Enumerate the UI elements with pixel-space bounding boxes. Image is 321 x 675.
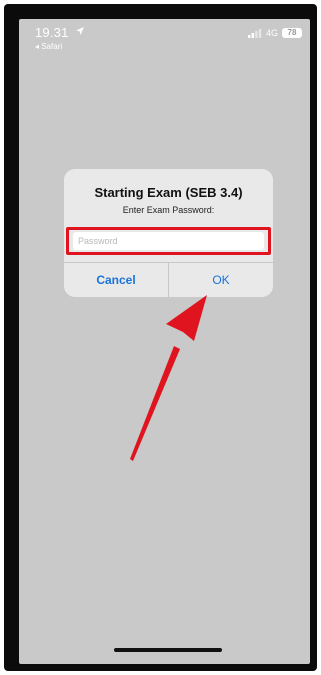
dialog-message: Enter Exam Password: bbox=[122, 205, 215, 215]
exam-password-dialog: Starting Exam (SEB 3.4) Enter Exam Passw… bbox=[64, 169, 273, 297]
status-time: 19.31 bbox=[35, 25, 69, 40]
status-indicators: 4G 78 bbox=[247, 27, 302, 39]
stage: 19.31 ◂ Safari 4G 78 Starting Exam (SEB … bbox=[0, 0, 321, 675]
phone-screen: 19.31 ◂ Safari 4G 78 Starting Exam (SEB … bbox=[19, 19, 310, 664]
cellular-signal-icon bbox=[247, 29, 262, 38]
arrow-head bbox=[166, 295, 207, 341]
arrow-shaft bbox=[130, 346, 180, 461]
battery-icon: 78 bbox=[282, 28, 302, 38]
ok-button[interactable]: OK bbox=[169, 263, 273, 297]
back-to-safari-link[interactable]: ◂ Safari bbox=[35, 42, 62, 51]
dialog-title: Starting Exam (SEB 3.4) bbox=[94, 185, 243, 200]
network-type: 4G bbox=[265, 28, 278, 38]
annotation-arrow bbox=[130, 295, 207, 461]
location-arrow-icon bbox=[76, 27, 84, 35]
password-input[interactable] bbox=[73, 232, 264, 250]
status-bar: 19.31 ◂ Safari 4G 78 bbox=[19, 19, 310, 59]
home-indicator[interactable] bbox=[114, 648, 222, 652]
phone-frame: 19.31 ◂ Safari 4G 78 Starting Exam (SEB … bbox=[4, 4, 317, 671]
cancel-button[interactable]: Cancel bbox=[64, 263, 168, 297]
